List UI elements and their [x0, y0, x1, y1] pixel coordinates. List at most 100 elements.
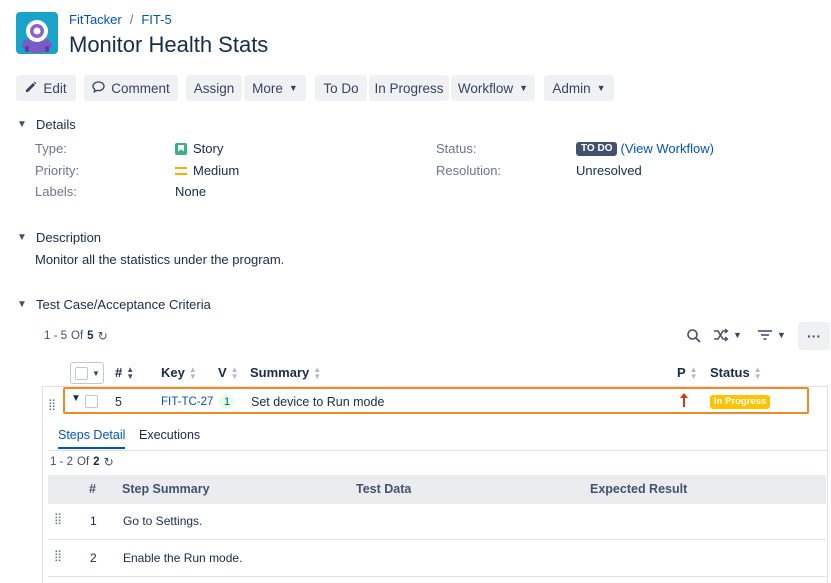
test-case-row[interactable]: ▼ 5 FIT-TC-27 1 Set device to Run mode I…	[63, 387, 809, 414]
chevron-down-icon: ▼	[17, 299, 27, 310]
step-summary: Enable the Run mode.	[123, 551, 243, 565]
type-text: Story	[193, 141, 224, 156]
step-number: 2	[90, 551, 97, 565]
sort-icon: ▲ ▼	[188, 364, 197, 381]
column-summary-label: Summary	[250, 365, 310, 380]
more-button[interactable]: More ▼	[244, 75, 306, 101]
resolution-label: Resolution:	[436, 163, 502, 178]
drag-handle-icon[interactable]: ⣿	[54, 551, 62, 562]
chevron-down-icon: ▼	[17, 232, 27, 243]
shuffle-menu[interactable]: ▼	[713, 328, 742, 342]
admin-label: Admin	[552, 80, 591, 96]
row-checkbox[interactable]	[85, 395, 98, 408]
step-summary: Go to Settings.	[123, 514, 203, 528]
step-number-header: #	[89, 482, 96, 496]
pager-range: 1 - 5	[44, 330, 68, 342]
view-workflow-link[interactable]: (View Workflow)	[620, 141, 713, 156]
labels-label: Labels:	[35, 184, 77, 199]
comment-label: Comment	[111, 80, 170, 96]
chevron-down-icon: ▼	[777, 330, 786, 340]
assign-label: Assign	[193, 80, 235, 96]
pager-of: Of	[71, 330, 84, 342]
filter-menu[interactable]: ▼	[757, 328, 786, 342]
project-avatar[interactable]	[16, 12, 58, 54]
breadcrumb-project[interactable]: FitTacker	[69, 12, 122, 27]
chevron-down-icon: ▼	[596, 83, 606, 93]
pager-range: 1 - 2	[50, 456, 74, 468]
tabs-divider	[48, 450, 828, 451]
column-header-version[interactable]: V ▲ ▼	[218, 365, 239, 380]
to-do-button[interactable]: To Do	[315, 75, 367, 101]
type-value: Story	[175, 141, 223, 156]
chevron-down-icon: ▼	[288, 83, 298, 93]
description-section-toggle[interactable]: ▼ Description	[16, 230, 101, 245]
breadcrumb-issue-key[interactable]: FIT-5	[141, 12, 171, 27]
refresh-icon[interactable]: ↻	[104, 455, 114, 469]
test-case-section-toggle[interactable]: ▼ Test Case/Acceptance Criteria	[16, 297, 211, 312]
status-badge: TO DO	[576, 141, 618, 156]
filter-icon	[758, 330, 772, 340]
page-title: Monitor Health Stats	[69, 32, 269, 57]
more-actions-button[interactable]: ···	[798, 322, 830, 350]
steps-table-header: # Step Summary Test Data Expected Result	[48, 475, 826, 504]
description-text: Monitor all the statistics under the pro…	[35, 252, 285, 267]
column-status-label: Status	[710, 365, 750, 380]
column-number-label: #	[115, 365, 123, 380]
refresh-icon[interactable]: ↻	[98, 329, 108, 343]
column-header-status[interactable]: Status ▲ ▼	[710, 365, 762, 380]
labels-value: None	[175, 184, 207, 199]
more-label: More	[252, 80, 283, 96]
column-header-priority[interactable]: P ▲ ▼	[677, 365, 698, 380]
drag-handle-icon[interactable]: ⣿	[48, 396, 56, 411]
comment-button[interactable]: Comment	[84, 75, 178, 101]
column-header-summary[interactable]: Summary ▲ ▼	[250, 365, 321, 380]
steps-pager: 1 - 2 Of 2 ↻	[50, 455, 114, 469]
priority-medium-icon	[175, 166, 187, 175]
comment-icon	[92, 80, 105, 96]
column-header-key[interactable]: Key ▲ ▼	[161, 365, 197, 380]
pager-total: 2	[93, 456, 100, 468]
column-header-number[interactable]: # ▲ ▼	[115, 365, 134, 380]
select-all-dropdown[interactable]: ▼	[70, 362, 104, 384]
step-row[interactable]: ⣿ 2 Enable the Run mode.	[48, 540, 826, 577]
sort-icon: ▲ ▼	[753, 364, 762, 381]
details-section-toggle[interactable]: ▼ Details	[16, 117, 76, 132]
step-row[interactable]: ⣿ 1 Go to Settings.	[48, 504, 826, 540]
status-value: TO DO (View Workflow)	[576, 141, 714, 156]
in-progress-button[interactable]: In Progress	[369, 75, 449, 101]
details-heading: Details	[36, 117, 76, 132]
select-all-checkbox[interactable]	[75, 366, 88, 380]
search-icon[interactable]	[686, 328, 702, 344]
test-case-key-link[interactable]: FIT-TC-27	[161, 396, 213, 408]
chevron-down-icon: ▼	[92, 368, 100, 378]
story-icon	[175, 142, 187, 155]
workflow-label: Workflow	[457, 80, 514, 96]
pager-of: Of	[77, 456, 90, 468]
column-key-label: Key	[161, 365, 185, 380]
step-number: 1	[90, 514, 97, 528]
workflow-button[interactable]: Workflow ▼	[451, 75, 535, 101]
type-label: Type:	[35, 141, 67, 156]
sort-icon: ▲ ▼	[689, 364, 698, 381]
tab-executions[interactable]: Executions	[139, 428, 200, 442]
edit-button[interactable]: Edit	[16, 75, 76, 101]
test-case-pager: 1 - 5 Of 5 ↻	[44, 329, 108, 343]
test-case-status-badge: In Progress	[710, 395, 771, 409]
version-badge: 1	[219, 395, 236, 409]
chevron-down-icon: ▼	[519, 83, 529, 93]
to-do-label: To Do	[323, 80, 359, 96]
row-number: 5	[115, 395, 122, 409]
step-summary-header: Step Summary	[122, 482, 210, 496]
priority-highest-icon	[679, 392, 689, 411]
in-progress-label: In Progress	[374, 80, 444, 96]
shuffle-icon	[714, 328, 729, 342]
admin-button[interactable]: Admin ▼	[544, 75, 614, 101]
tab-steps-detail[interactable]: Steps Detail	[58, 428, 126, 449]
assign-button[interactable]: Assign	[186, 75, 242, 101]
chevron-down-icon[interactable]: ▼	[71, 393, 81, 404]
test-data-header: Test Data	[356, 482, 412, 496]
column-priority-label: P	[677, 365, 686, 380]
priority-value: Medium	[175, 163, 239, 178]
drag-handle-icon[interactable]: ⣿	[54, 514, 62, 525]
pencil-icon	[25, 81, 37, 96]
